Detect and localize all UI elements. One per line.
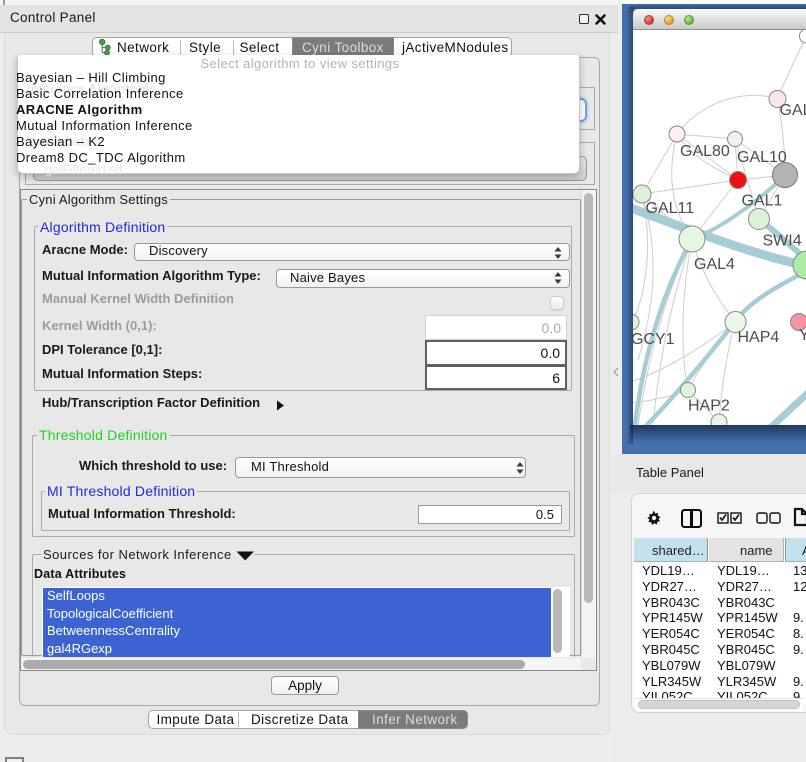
svg-text:GAL80: GAL80 (680, 143, 730, 160)
svg-text:GAL1: GAL1 (742, 193, 783, 210)
svg-text:HAP4: HAP4 (738, 329, 780, 346)
svg-text:HAP2: HAP2 (688, 398, 730, 415)
svg-text:GAL10: GAL10 (737, 149, 787, 166)
svg-text:YK: YK (799, 327, 806, 344)
svg-text:SWI4: SWI4 (763, 233, 802, 250)
svg-text:GAL4: GAL4 (694, 256, 735, 273)
svg-text:GAL7: GAL7 (780, 102, 806, 119)
svg-text:GAL11: GAL11 (646, 200, 695, 217)
svg-text:GCY1: GCY1 (633, 331, 675, 348)
